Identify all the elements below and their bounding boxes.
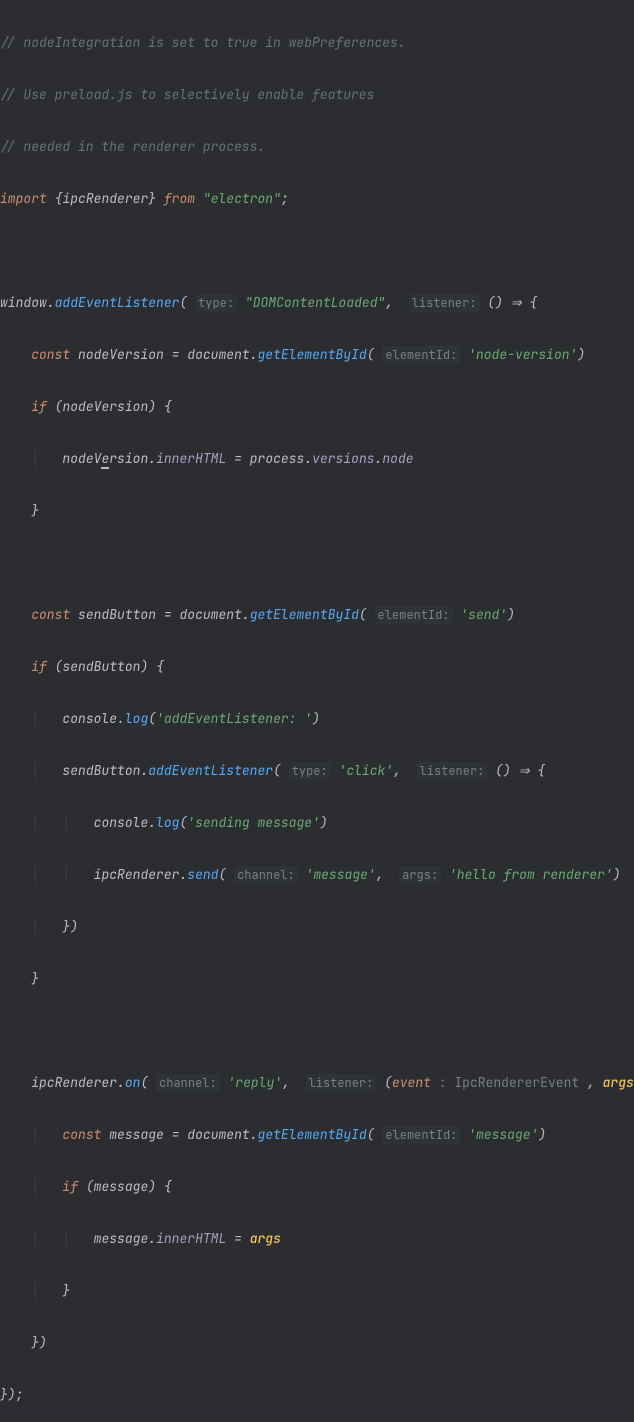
- parameter-hint: listener:: [306, 1074, 377, 1092]
- string-literal: 'addEventListener: ': [156, 710, 312, 727]
- method-call: on: [125, 1074, 141, 1091]
- variable: sendButton: [62, 762, 140, 779]
- method-call: getElementById: [258, 346, 367, 363]
- parameter-hint: channel:: [234, 866, 298, 884]
- parameter-hint: type:: [195, 294, 237, 312]
- method-call: addEventListener: [55, 294, 180, 311]
- identifier: process: [250, 450, 305, 467]
- close-brace-paren: }): [62, 918, 78, 935]
- comment-line: // needed in the renderer process.: [0, 138, 265, 155]
- identifier: ipcRenderer: [94, 866, 180, 883]
- close-brace: }: [62, 1282, 70, 1299]
- identifier: window: [0, 294, 47, 311]
- method-call: addEventListener: [148, 762, 273, 779]
- parameter-hint: elementId:: [375, 606, 453, 624]
- method-call: log: [125, 710, 148, 727]
- string-literal: "DOMContentLoaded": [245, 294, 385, 311]
- variable: sendButton: [78, 606, 156, 623]
- keyword-if: if: [31, 398, 47, 415]
- parameter-hint: elementId:: [382, 1126, 460, 1144]
- variable: sendButton: [62, 658, 140, 675]
- comment-line: // Use preload.js to selectively enable …: [0, 86, 374, 103]
- close-final: });: [0, 1386, 23, 1403]
- variable: message: [94, 1178, 149, 1195]
- property: node: [382, 450, 413, 467]
- string-literal: 'message': [306, 866, 376, 883]
- string-literal: 'hello from renderer': [449, 866, 613, 883]
- variable: nodeVersion: [62, 398, 148, 415]
- identifier: document: [187, 346, 249, 363]
- string-literal: 'node-version': [468, 346, 577, 363]
- parameter: args: [603, 1074, 634, 1091]
- identifier: console: [94, 814, 149, 831]
- comment-line: // nodeIntegration is set to true in web…: [0, 34, 406, 51]
- keyword-if: if: [31, 658, 47, 675]
- keyword-from: from: [164, 190, 195, 207]
- parameter-hint: elementId:: [382, 346, 460, 364]
- code-editor[interactable]: // nodeIntegration is set to true in web…: [0, 0, 634, 1422]
- variable: message: [94, 1230, 149, 1247]
- identifier: document: [187, 1126, 249, 1143]
- identifier: document: [179, 606, 241, 623]
- identifier: args: [250, 1230, 281, 1247]
- text-cursor: e: [101, 450, 109, 469]
- method-call: getElementById: [258, 1126, 367, 1143]
- identifier: console: [62, 710, 117, 727]
- keyword-const: const: [31, 606, 70, 623]
- keyword-const: const: [62, 1126, 101, 1143]
- property: innerHTML: [156, 1230, 226, 1247]
- string-literal: 'sending message': [187, 814, 320, 831]
- keyword-if: if: [62, 1178, 78, 1195]
- method-call: log: [156, 814, 179, 831]
- close-brace: }: [31, 502, 39, 519]
- import-identifier: ipcRenderer: [62, 190, 148, 207]
- string-literal: 'message': [468, 1126, 538, 1143]
- close-brace: }: [31, 970, 39, 987]
- property: innerHTML: [156, 450, 226, 467]
- close-brace-paren: }): [31, 1334, 47, 1351]
- string-literal: "electron": [203, 190, 281, 207]
- identifier: ipcRenderer: [31, 1074, 117, 1091]
- parameter-hint: channel:: [156, 1074, 220, 1092]
- keyword-const: const: [31, 346, 70, 363]
- parameter: event: [392, 1074, 431, 1091]
- method-call: getElementById: [250, 606, 359, 623]
- string-literal: 'send': [460, 606, 507, 623]
- keyword-import: import: [0, 190, 47, 207]
- variable: nodeVersion: [62, 450, 148, 469]
- method-call: send: [187, 866, 218, 883]
- parameter-hint: type:: [289, 762, 331, 780]
- string-literal: 'reply': [227, 1074, 282, 1091]
- string-literal: 'click': [339, 762, 394, 779]
- variable: nodeVersion: [78, 346, 164, 363]
- parameter-hint: listener:: [409, 294, 480, 312]
- parameter-hint: args:: [399, 866, 441, 884]
- variable: message: [109, 1126, 164, 1143]
- property: versions: [312, 450, 374, 467]
- parameter-hint: listener:: [417, 762, 488, 780]
- type-hint: : IpcRendererEvent: [439, 1074, 579, 1091]
